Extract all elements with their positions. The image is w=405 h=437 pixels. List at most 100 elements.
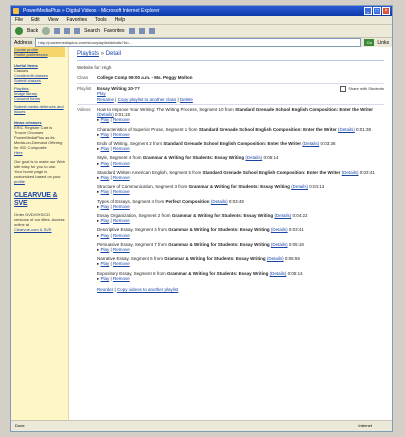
back-label[interactable]: Back [27, 28, 38, 34]
go-button[interactable]: Go [364, 39, 375, 46]
video-remove-link[interactable]: Remove [113, 218, 130, 223]
menu-view[interactable]: View [48, 16, 59, 24]
copy-videos-link[interactable]: Copy videos to another playlist [117, 287, 178, 292]
window-title: PowerMediaPlus » Digital Videos - Micros… [23, 8, 160, 14]
video-details-link[interactable]: (Details) [245, 155, 262, 160]
video-play-link[interactable]: Play [101, 132, 110, 137]
menu-file[interactable]: File [15, 16, 23, 24]
home-icon[interactable] [74, 28, 81, 34]
checkbox-icon[interactable] [340, 85, 347, 92]
main-panel: Playlists » Detail Website for: High Cla… [77, 51, 384, 293]
sidebar-link-profile-preferences[interactable]: Profile preferences [14, 52, 65, 57]
playlist-name: Essay Writing 10-?? [97, 85, 140, 91]
title-bar: PowerMediaPlus » Digital Videos - Micros… [11, 6, 392, 16]
video-source: Grammar & Writing for Students: Essay Wr… [166, 270, 269, 276]
video-play-link[interactable]: Play [101, 218, 110, 223]
menu-favorites[interactable]: Favorites [66, 16, 87, 24]
video-item: Types of Essays, Segment 4 from Perfect … [97, 198, 244, 209]
video-play-link[interactable]: Play [101, 261, 110, 266]
video-duration: 0:03:49 [228, 198, 244, 204]
minimize-button[interactable]: _ [364, 7, 372, 15]
menu-edit[interactable]: Edit [31, 16, 40, 24]
menu-help[interactable]: Help [115, 16, 125, 24]
video-details-link[interactable]: (Details) [270, 271, 287, 276]
video-play-link[interactable]: Play [101, 276, 110, 281]
video-duration: 0:03:41 [359, 169, 375, 175]
address-input[interactable]: http://powermediaplus.com/showplaylist/d… [35, 38, 362, 47]
sidebar-news-link[interactable]: Here [14, 150, 65, 155]
video-remove-link[interactable]: Remove [113, 146, 130, 151]
links-label[interactable]: Links [377, 40, 389, 46]
video-source: Grammar & Writing for Students: Essay Wr… [188, 184, 290, 190]
sidebar-profile-link[interactable]: profile [14, 179, 65, 184]
forward-icon[interactable] [42, 27, 51, 35]
playlist-rename-link[interactable]: Rename [97, 97, 114, 102]
video-duration: 0:05:14 [287, 270, 303, 276]
favorites-button[interactable]: Favorites [104, 28, 125, 34]
video-play-link[interactable]: Play [101, 189, 110, 194]
refresh-icon[interactable] [64, 28, 71, 34]
history-icon[interactable] [128, 28, 135, 34]
video-title: Structure of Communication, Segment 3 fr… [97, 184, 188, 190]
playlist-delete-link[interactable]: Delete [180, 97, 193, 102]
status-bar: Done Internet [11, 420, 392, 431]
video-remove-link[interactable]: Remove [113, 276, 130, 281]
video-play-link[interactable]: Play [101, 146, 110, 151]
video-play-link[interactable]: Play [101, 175, 110, 180]
video-details-link[interactable]: (Details) [211, 199, 228, 204]
clearvue-logo[interactable]: CLEARVUE & SVE [14, 192, 65, 208]
video-remove-link[interactable]: Remove [113, 175, 130, 180]
video-remove-link[interactable]: Remove [113, 261, 130, 266]
video-details-link[interactable]: (Details) [291, 184, 308, 189]
sidebar-link-submit-media[interactable]: Submit media defences and issues [14, 104, 65, 114]
video-item: How to Improve Your Writing: The Writing… [97, 107, 374, 123]
video-remove-link[interactable]: Remove [113, 132, 130, 137]
video-remove-link[interactable]: Remove [113, 233, 130, 238]
video-item: Characteristics of Superior Prose, Segme… [97, 126, 372, 137]
video-play-link[interactable]: Play [101, 161, 110, 166]
video-details-link[interactable]: (Details) [342, 170, 359, 175]
stop-icon[interactable] [54, 28, 61, 34]
page-content: Create profile Profile preferences Usefu… [11, 47, 392, 421]
breadcrumb-playlists[interactable]: Playlists [77, 51, 99, 57]
video-details-link[interactable]: (Details) [338, 127, 355, 132]
sidebar-link-consent-forms[interactable]: Consent forms [14, 96, 65, 101]
video-remove-link[interactable]: Remove [113, 247, 130, 252]
maximize-button[interactable]: □ [373, 7, 381, 15]
video-source: Grammar & Writing for Students: Essay Wr… [168, 227, 270, 233]
video-details-link[interactable]: (Details) [271, 227, 288, 232]
back-icon[interactable] [15, 27, 23, 35]
mail-icon[interactable] [138, 28, 145, 34]
video-play-link[interactable]: Play [101, 204, 110, 209]
video-remove-link[interactable]: Remove [113, 161, 130, 166]
playlist-copy-link[interactable]: Copy playlist to another class [118, 97, 177, 102]
close-button[interactable]: × [382, 7, 390, 15]
sidebar-link-submit-classes[interactable]: Submit classes [14, 78, 65, 83]
video-play-link[interactable]: Play [101, 233, 110, 238]
playlist-play-link[interactable]: Play [97, 91, 106, 96]
video-play-link[interactable]: Play [101, 247, 110, 252]
print-icon[interactable] [148, 28, 155, 34]
video-remove-link[interactable]: Remove [113, 189, 130, 194]
search-button[interactable]: Search [84, 28, 100, 34]
sidebar-news-text: ERIC Register Cart is Trouve Chooses Pow… [14, 125, 63, 150]
video-item: Descriptive Essay, Segment 4 from Gramma… [97, 227, 304, 238]
class-value: College Comp 09:00 a.m. - Ms. Peggy Molt… [97, 75, 193, 80]
share-label: Share with Students [348, 85, 384, 91]
sidebar-bottom-link[interactable]: Clearvue.com & SVE [14, 227, 65, 232]
sidebar-goal-text: Our goal is to make our Web site easy fo… [14, 159, 65, 179]
video-remove-link[interactable]: Remove [113, 117, 130, 122]
video-remove-link[interactable]: Remove [113, 204, 130, 209]
reorder-link[interactable]: Reorder [97, 287, 113, 292]
video-duration: 0:03:41 [288, 227, 304, 233]
video-duration: 0:01:38 [356, 126, 372, 132]
menu-tools[interactable]: Tools [95, 16, 107, 24]
video-details-link[interactable]: (Details) [302, 141, 319, 146]
share-with-students-checkbox[interactable]: Share with Students [340, 85, 384, 92]
video-details-link[interactable]: (Details) [267, 256, 284, 261]
video-details-link[interactable]: (Details) [274, 213, 291, 218]
video-play-link[interactable]: Play [101, 117, 110, 122]
sidebar-bottom-text: Order DVD/VHS/CD versions of our titles.… [14, 212, 65, 227]
video-duration: 0:05:14 [263, 155, 279, 161]
video-details-link[interactable]: (Details) [271, 242, 288, 247]
